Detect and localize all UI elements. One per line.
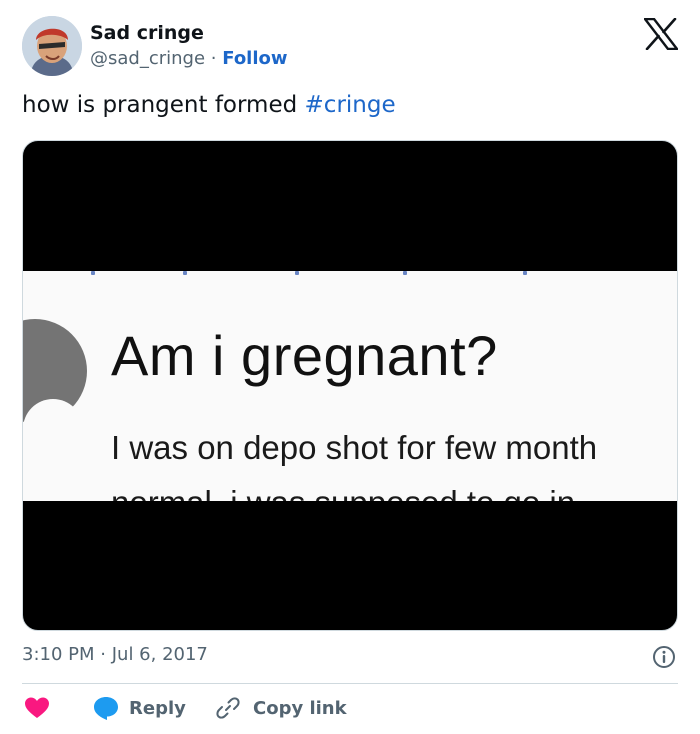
action-bar: Reply Copy link [22, 690, 678, 726]
link-icon [216, 697, 240, 719]
x-logo-icon[interactable] [644, 18, 678, 50]
media-top-dots [23, 271, 677, 277]
heart-icon [25, 697, 49, 718]
tweet-embed-card: Sad cringe @sad_cringe · Follow how is p… [0, 0, 700, 734]
blurred-avatar [23, 319, 87, 439]
tweet-media[interactable]: Am i gregnant? I was on depo shot for fe… [22, 140, 678, 631]
info-icon[interactable] [652, 645, 676, 669]
author-handle[interactable]: @sad_cringe [90, 48, 205, 69]
media-heading-text: Am i gregnant? [111, 324, 498, 387]
media-cut-text: normal, i was supposed to go in [111, 483, 575, 501]
separator-dot: · [100, 644, 106, 665]
author-handle-row: @sad_cringe · Follow [90, 48, 288, 69]
tweet-timestamp[interactable]: 3:10 PM · Jul 6, 2017 [22, 644, 208, 665]
copy-link-button[interactable]: Copy link [215, 690, 347, 726]
media-screenshot-band: Am i gregnant? I was on depo shot for fe… [23, 271, 677, 501]
author-name[interactable]: Sad cringe [90, 22, 204, 44]
tweet-time: 3:10 PM [22, 644, 95, 665]
avatar[interactable] [22, 16, 82, 76]
follow-button[interactable]: Follow [222, 48, 287, 69]
hashtag-link[interactable]: #cringe [305, 92, 396, 118]
separator-dot: · [210, 48, 217, 69]
reply-bubble-icon [94, 697, 118, 720]
like-button[interactable] [24, 690, 50, 726]
tweet-body: how is prangent formed [22, 92, 305, 118]
reply-label: Reply [129, 697, 186, 719]
reply-button[interactable]: Reply [92, 690, 186, 726]
avatar-image [22, 16, 82, 76]
media-body-text: I was on depo shot for few month [111, 429, 598, 466]
tweet-text: how is prangent formed #cringe [22, 92, 396, 118]
copy-link-label: Copy link [253, 697, 347, 719]
tweet-date: Jul 6, 2017 [111, 644, 208, 665]
divider [22, 683, 678, 684]
